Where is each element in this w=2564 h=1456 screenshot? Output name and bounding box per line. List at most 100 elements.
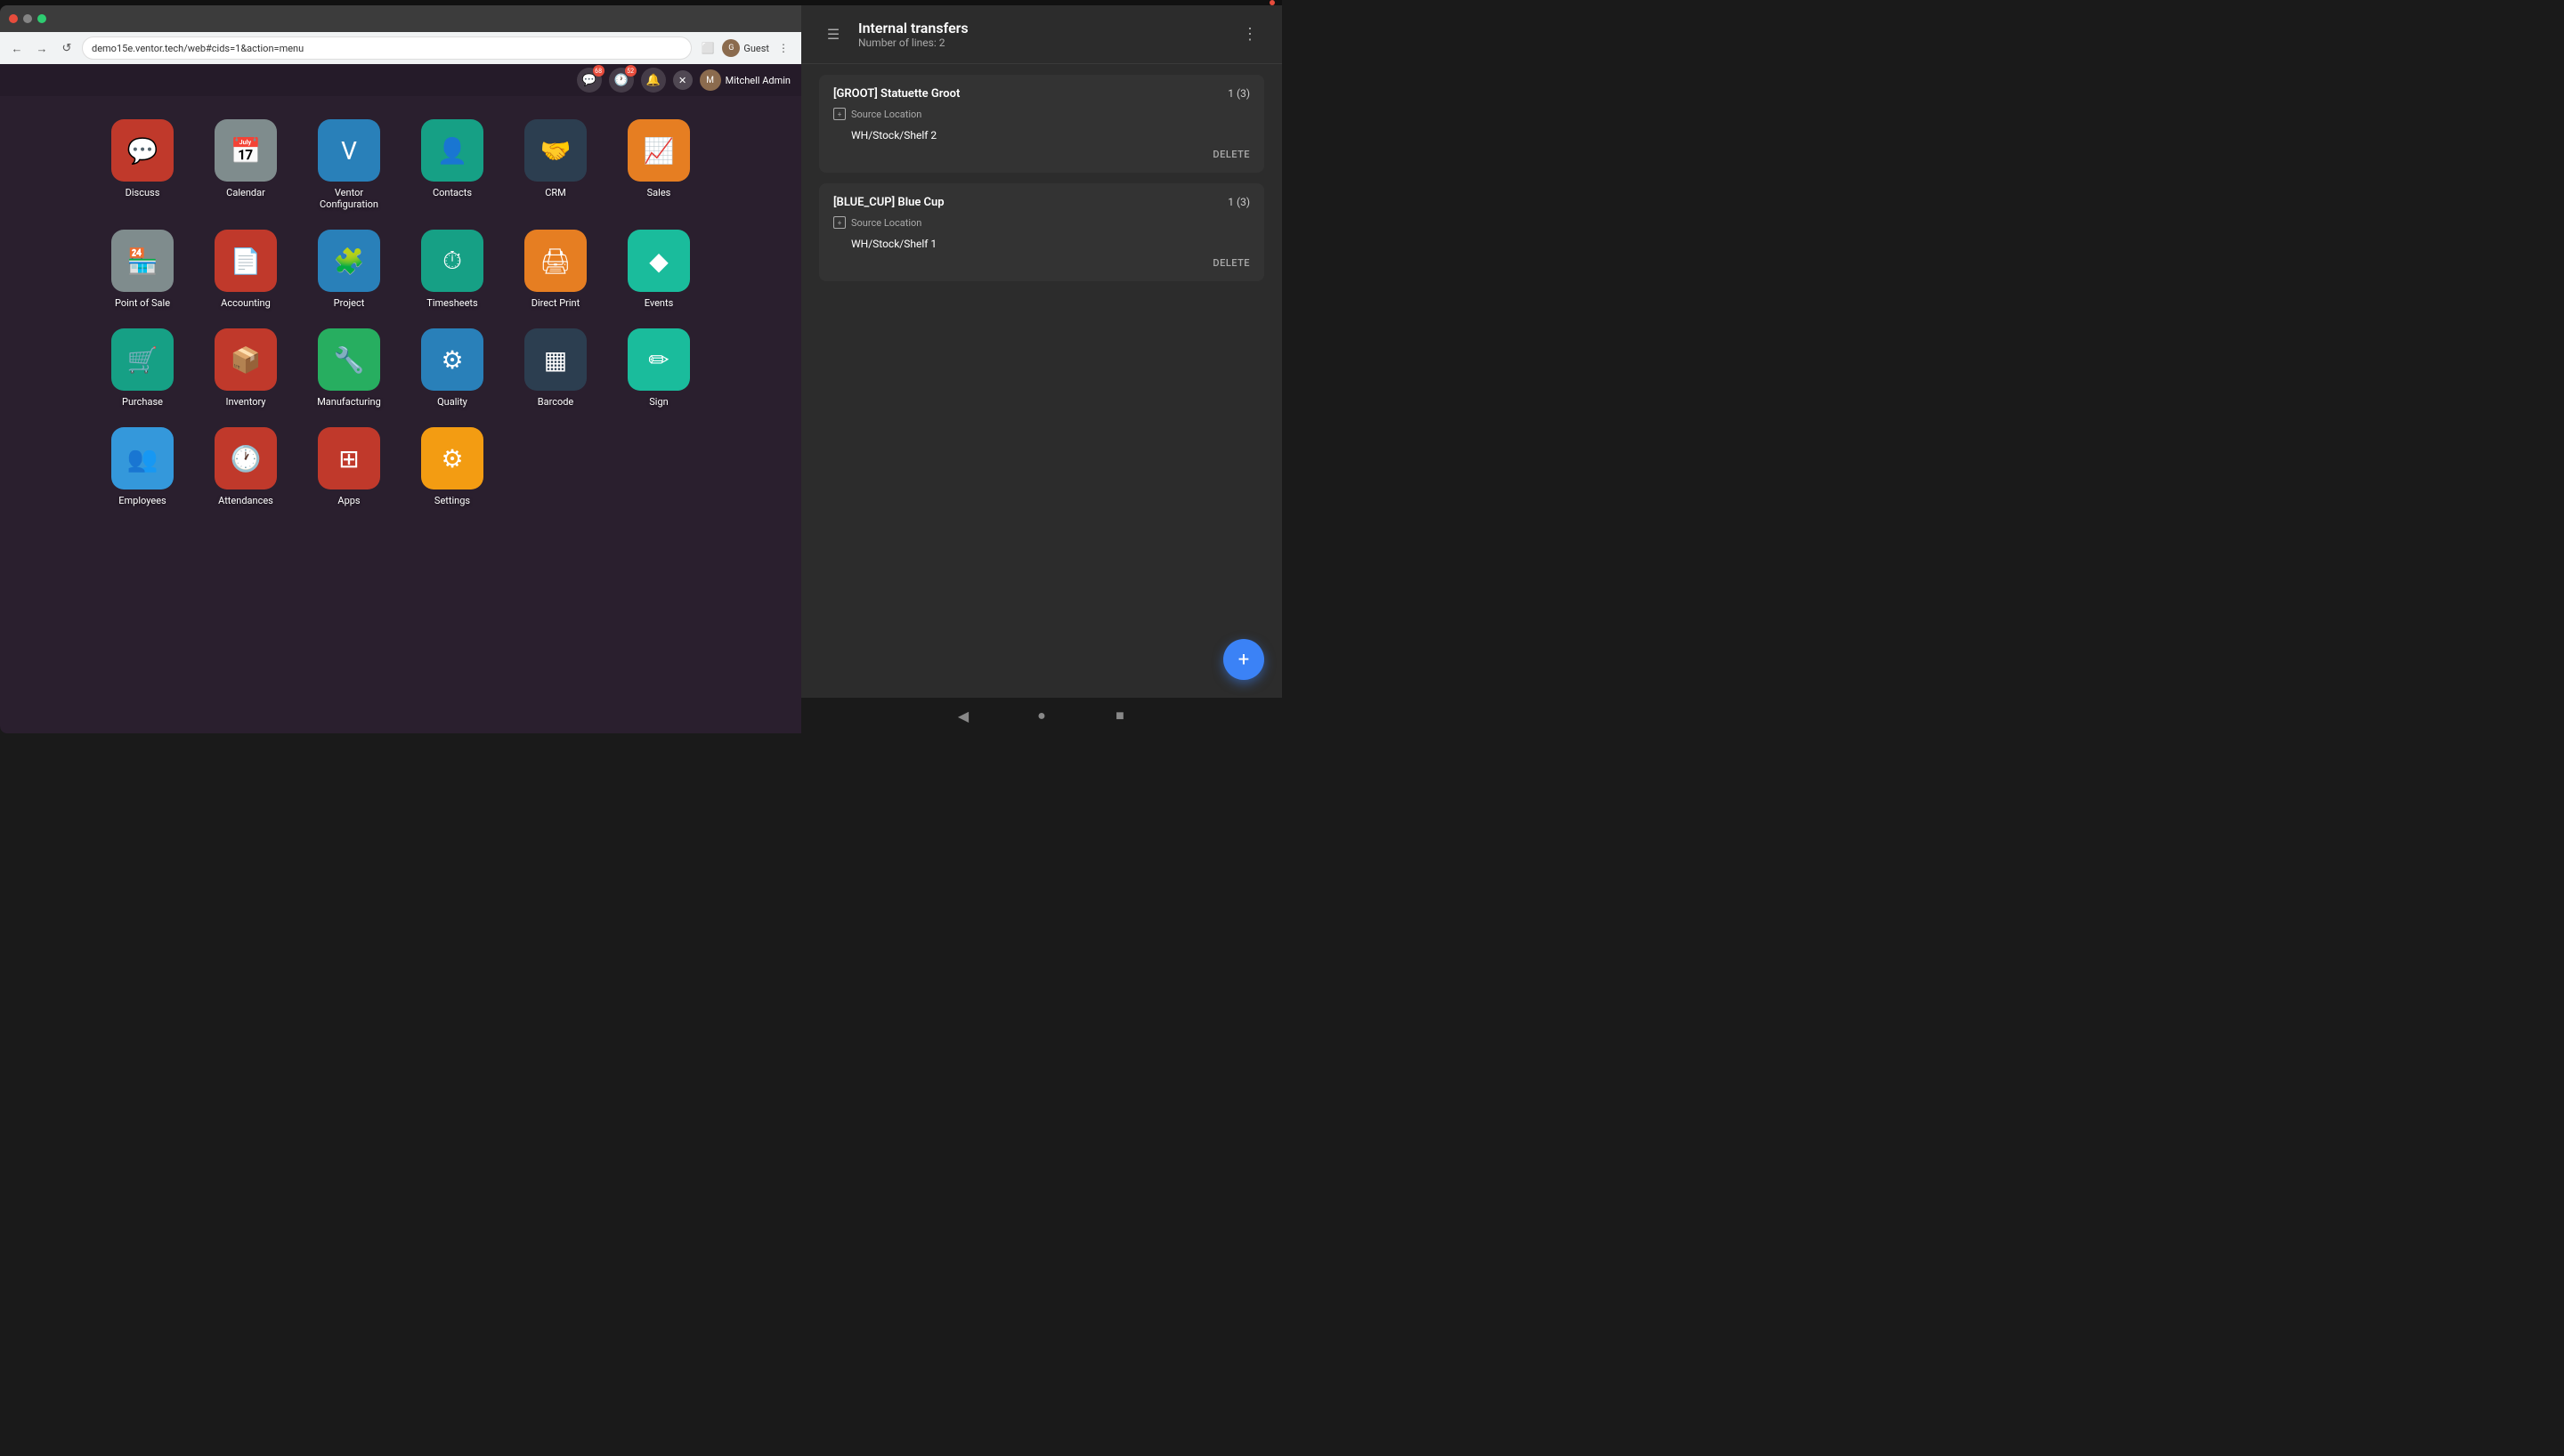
app-label-employees: Employees — [118, 495, 166, 506]
reload-button[interactable]: ↺ — [57, 38, 77, 58]
app-icon-timesheets: ⏱ — [421, 230, 483, 292]
app-item-calendar[interactable]: 📅Calendar — [201, 114, 290, 215]
app-icon-apps: ⊞ — [318, 427, 380, 489]
source-value-groot: WH/Stock/Shelf 2 — [851, 129, 1250, 142]
app-icon-crm: 🤝 — [524, 119, 587, 182]
right-panel: ☰ Internal transfers Number of lines: 2 … — [801, 5, 1282, 733]
card-qty-blue_cup: 1 (3) — [1228, 196, 1250, 208]
delete-btn-blue_cup[interactable]: DELETE — [1213, 257, 1250, 269]
app-item-pos[interactable]: 🏪 Point of Sale — [98, 224, 187, 314]
app-label-sales: Sales — [647, 187, 671, 198]
app-item-manufacturing[interactable]: 🔧 Manufacturing — [304, 323, 394, 413]
app-item-project[interactable]: 🧩Project — [304, 224, 394, 314]
app-label-manufacturing: Manufacturing — [317, 396, 381, 408]
clock-icon-btn[interactable]: 🕐 52 — [609, 68, 634, 93]
card-title-groot: [GROOT] Statuette Groot — [833, 87, 1228, 101]
app-label-pos: Point of Sale — [115, 297, 170, 309]
alert-icon-btn[interactable]: 🔔 — [641, 68, 666, 93]
card-title-blue_cup: [BLUE_CUP] Blue Cup — [833, 196, 1228, 209]
browser-toolbar: ← → ↺ demo15e.ventor.tech/web#cids=1&act… — [0, 32, 801, 64]
app-icon-contacts: 👤 — [421, 119, 483, 182]
app-item-crm[interactable]: 🤝CRM — [511, 114, 600, 215]
app-label-apps: Apps — [337, 495, 360, 506]
app-label-discuss: Discuss — [126, 187, 160, 198]
back-button[interactable]: ← — [7, 38, 27, 58]
app-grid: 💬 Discuss 📅CalendarVVentor Configuration 👤 C… — [71, 114, 730, 512]
app-icon-settings: ⚙ — [421, 427, 483, 489]
back-nav-btn[interactable]: ◀ — [951, 703, 976, 728]
chat-icon-btn[interactable]: 💬 68 — [577, 68, 602, 93]
app-icon-sales: 📈 — [628, 119, 690, 182]
hamburger-button[interactable]: ☰ — [819, 20, 848, 48]
app-icon-accounting: 📄 — [215, 230, 277, 292]
card-qty-groot: 1 (3) — [1228, 87, 1250, 100]
home-nav-btn[interactable]: ● — [1029, 703, 1054, 728]
app-item-apps[interactable]: ⊞ Apps — [304, 422, 394, 512]
panel-content: [GROOT] Statuette Groot 1 (3) + Source L… — [801, 64, 1282, 733]
app-item-directprint[interactable]: 🖨Direct Print — [511, 224, 600, 314]
browser-more-button[interactable]: ⋮ — [773, 37, 794, 59]
app-item-employees[interactable]: 👥 Employees — [98, 422, 187, 512]
user-chip[interactable]: G Guest — [722, 39, 769, 57]
app-label-inventory: Inventory — [225, 396, 265, 408]
app-label-attendances: Attendances — [218, 495, 273, 506]
odoo-topbar: 💬 68 🕐 52 🔔 ✕ M Mitchell Admin — [0, 64, 801, 96]
browser-titlebar — [0, 5, 801, 32]
app-item-discuss[interactable]: 💬 Discuss — [98, 114, 187, 215]
app-label-barcode: Barcode — [538, 396, 574, 408]
app-label-contacts: Contacts — [433, 187, 472, 198]
user-name: Mitchell Admin — [726, 75, 791, 86]
app-label-settings: Settings — [434, 495, 470, 506]
source-icon-blue_cup: + — [833, 216, 846, 229]
app-item-purchase[interactable]: 🛒Purchase — [98, 323, 187, 413]
app-item-accounting[interactable]: 📄 Accounting — [201, 224, 290, 314]
traffic-light-green[interactable] — [37, 14, 46, 23]
app-item-quality[interactable]: ⚙Quality — [408, 323, 497, 413]
app-label-events: Events — [645, 297, 674, 309]
app-icon-sign: ✏ — [628, 328, 690, 391]
forward-button[interactable]: → — [32, 38, 52, 58]
source-label-blue_cup: Source Location — [851, 217, 921, 229]
app-item-attendances[interactable]: 🕐 Attendances — [201, 422, 290, 512]
url-text: demo15e.ventor.tech/web#cids=1&action=me… — [92, 43, 304, 54]
app-label-project: Project — [334, 297, 365, 309]
app-item-contacts[interactable]: 👤 Contacts — [408, 114, 497, 215]
user-avatar: M — [700, 69, 721, 91]
close-session-btn[interactable]: ✕ — [673, 70, 693, 90]
app-item-ventor[interactable]: VVentor Configuration — [304, 114, 394, 215]
address-bar[interactable]: demo15e.ventor.tech/web#cids=1&action=me… — [82, 36, 692, 60]
app-item-inventory[interactable]: 📦 Inventory — [201, 323, 290, 413]
app-item-sign[interactable]: ✏Sign — [614, 323, 703, 413]
app-label-purchase: Purchase — [122, 396, 163, 408]
bottom-nav: ◀ ● ■ — [801, 698, 1282, 733]
traffic-light-yellow[interactable] — [23, 14, 32, 23]
app-item-timesheets[interactable]: ⏱Timesheets — [408, 224, 497, 314]
app-label-accounting: Accounting — [221, 297, 271, 309]
app-item-settings[interactable]: ⚙ Settings — [408, 422, 497, 512]
square-nav-btn[interactable]: ■ — [1108, 703, 1132, 728]
app-icon-pos: 🏪 — [111, 230, 174, 292]
fab-button[interactable]: + — [1223, 639, 1264, 680]
app-icon-manufacturing: 🔧 — [318, 328, 380, 391]
app-icon-calendar: 📅 — [215, 119, 277, 182]
app-icon-barcode: ▦ — [524, 328, 587, 391]
app-icon-quality: ⚙ — [421, 328, 483, 391]
app-icon-ventor: V — [318, 119, 380, 182]
panel-header: ☰ Internal transfers Number of lines: 2 … — [801, 5, 1282, 64]
cast-button[interactable]: ⬜ — [697, 37, 718, 59]
source-icon-groot: + — [833, 108, 846, 120]
panel-more-button[interactable]: ⋮ — [1236, 20, 1264, 48]
app-icon-attendances: 🕐 — [215, 427, 277, 489]
source-value-blue_cup: WH/Stock/Shelf 1 — [851, 238, 1250, 250]
app-icon-discuss: 💬 — [111, 119, 174, 182]
app-item-sales[interactable]: 📈 Sales — [614, 114, 703, 215]
app-icon-inventory: 📦 — [215, 328, 277, 391]
app-item-events[interactable]: ◆Events — [614, 224, 703, 314]
app-icon-employees: 👥 — [111, 427, 174, 489]
app-item-barcode[interactable]: ▦ Barcode — [511, 323, 600, 413]
transfer-card-blue_cup: [BLUE_CUP] Blue Cup 1 (3) + Source Locat… — [819, 183, 1264, 281]
delete-btn-groot[interactable]: DELETE — [1213, 149, 1250, 160]
topbar-user[interactable]: M Mitchell Admin — [700, 69, 791, 91]
traffic-light-red[interactable] — [9, 14, 18, 23]
app-label-directprint: Direct Print — [531, 297, 580, 309]
